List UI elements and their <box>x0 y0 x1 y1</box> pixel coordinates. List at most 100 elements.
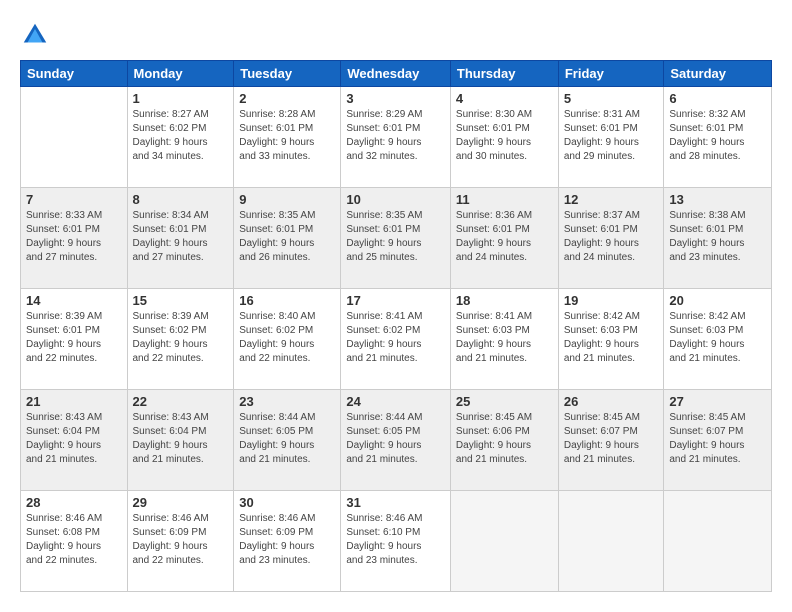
day-number: 21 <box>26 394 122 409</box>
day-number: 26 <box>564 394 659 409</box>
calendar-day-cell: 30 Sunrise: 8:46 AMSunset: 6:09 PMDayligh… <box>234 491 341 592</box>
calendar-day-cell: 12 Sunrise: 8:37 AMSunset: 6:01 PMDayligh… <box>558 188 664 289</box>
day-number: 27 <box>669 394 766 409</box>
day-number: 28 <box>26 495 122 510</box>
day-info: Sunrise: 8:44 AMSunset: 6:05 PMDaylight:… <box>239 411 335 467</box>
calendar-day-cell: 11 Sunrise: 8:36 AMSunset: 6:01 PMDayligh… <box>450 188 558 289</box>
calendar-week-row: 14Sunrise: 8:39 AMSunset: 6:01 PMDayligh… <box>21 289 772 390</box>
day-info: Sunrise: 8:39 AMSunset: 6:01 PMDaylight:… <box>26 310 122 366</box>
weekday-header: Saturday <box>664 61 772 87</box>
day-info: Sunrise: 8:33 AMSunset: 6:01 PMDaylight:… <box>26 209 122 265</box>
calendar-day-cell: 22 Sunrise: 8:43 AMSunset: 6:04 PMDayligh… <box>127 390 234 491</box>
calendar-day-cell: 27 Sunrise: 8:45 AMSunset: 6:07 PMDayligh… <box>664 390 772 491</box>
day-info: Sunrise: 8:41 AMSunset: 6:02 PMDaylight:… <box>346 310 445 366</box>
calendar-day-cell: 23 Sunrise: 8:44 AMSunset: 6:05 PMDayligh… <box>234 390 341 491</box>
calendar-day-cell: 6Sunrise: 8:32 AMSunset: 6:01 PMDaylight… <box>664 87 772 188</box>
calendar-day-cell: 19Sunrise: 8:42 AMSunset: 6:03 PMDayligh… <box>558 289 664 390</box>
day-number: 23 <box>239 394 335 409</box>
page: SundayMondayTuesdayWednesdayThursdayFrid… <box>0 0 792 612</box>
calendar-day-cell: 20Sunrise: 8:42 AMSunset: 6:03 PMDayligh… <box>664 289 772 390</box>
weekday-header: Thursday <box>450 61 558 87</box>
calendar-day-cell: 25 Sunrise: 8:45 AMSunset: 6:06 PMDayligh… <box>450 390 558 491</box>
calendar-table: SundayMondayTuesdayWednesdayThursdayFrid… <box>20 60 772 592</box>
calendar-day-cell <box>558 491 664 592</box>
calendar-week-row: 1Sunrise: 8:27 AMSunset: 6:02 PMDaylight… <box>21 87 772 188</box>
day-number: 9 <box>239 192 335 207</box>
calendar-day-cell: 28 Sunrise: 8:46 AMSunset: 6:08 PMDayligh… <box>21 491 128 592</box>
calendar-day-cell: 5 Sunrise: 8:31 AMSunset: 6:01 PMDaylight… <box>558 87 664 188</box>
calendar-day-cell: 7Sunrise: 8:33 AMSunset: 6:01 PMDaylight… <box>21 188 128 289</box>
calendar-day-cell: 16 Sunrise: 8:40 AMSunset: 6:02 PMDayligh… <box>234 289 341 390</box>
day-number: 29 <box>133 495 229 510</box>
calendar-day-cell: 26 Sunrise: 8:45 AMSunset: 6:07 PMDayligh… <box>558 390 664 491</box>
day-number: 2 <box>239 91 335 106</box>
weekday-header: Friday <box>558 61 664 87</box>
calendar-day-cell: 29Sunrise: 8:46 AMSunset: 6:09 PMDayligh… <box>127 491 234 592</box>
calendar-day-cell: 24 Sunrise: 8:44 AMSunset: 6:05 PMDayligh… <box>341 390 451 491</box>
day-info: Sunrise: 8:45 AMSunset: 6:07 PMDaylight:… <box>669 411 766 467</box>
day-number: 8 <box>133 192 229 207</box>
calendar-day-cell: 17Sunrise: 8:41 AMSunset: 6:02 PMDayligh… <box>341 289 451 390</box>
calendar-day-cell: 3Sunrise: 8:29 AMSunset: 6:01 PMDaylight… <box>341 87 451 188</box>
calendar-day-cell: 2Sunrise: 8:28 AMSunset: 6:01 PMDaylight… <box>234 87 341 188</box>
day-info: Sunrise: 8:41 AMSunset: 6:03 PMDaylight:… <box>456 310 553 366</box>
calendar-body: 1Sunrise: 8:27 AMSunset: 6:02 PMDaylight… <box>21 87 772 592</box>
calendar-day-cell: 10 Sunrise: 8:35 AMSunset: 6:01 PMDayligh… <box>341 188 451 289</box>
day-info: Sunrise: 8:27 AMSunset: 6:02 PMDaylight:… <box>133 108 229 164</box>
day-number: 22 <box>133 394 229 409</box>
day-info: Sunrise: 8:40 AMSunset: 6:02 PMDaylight:… <box>239 310 335 366</box>
day-info: Sunrise: 8:34 AMSunset: 6:01 PMDaylight:… <box>133 209 229 265</box>
calendar-header: SundayMondayTuesdayWednesdayThursdayFrid… <box>21 61 772 87</box>
day-number: 13 <box>669 192 766 207</box>
day-number: 24 <box>346 394 445 409</box>
day-info: Sunrise: 8:38 AMSunset: 6:01 PMDaylight:… <box>669 209 766 265</box>
day-info: Sunrise: 8:45 AMSunset: 6:07 PMDaylight:… <box>564 411 659 467</box>
day-info: Sunrise: 8:30 AMSunset: 6:01 PMDaylight:… <box>456 108 553 164</box>
day-number: 5 <box>564 91 659 106</box>
day-info: Sunrise: 8:35 AMSunset: 6:01 PMDaylight:… <box>346 209 445 265</box>
calendar-day-cell: 15Sunrise: 8:39 AMSunset: 6:02 PMDayligh… <box>127 289 234 390</box>
day-number: 12 <box>564 192 659 207</box>
weekday-header: Wednesday <box>341 61 451 87</box>
calendar-day-cell <box>664 491 772 592</box>
day-number: 18 <box>456 293 553 308</box>
day-info: Sunrise: 8:39 AMSunset: 6:02 PMDaylight:… <box>133 310 229 366</box>
calendar-day-cell <box>450 491 558 592</box>
day-number: 6 <box>669 91 766 106</box>
day-info: Sunrise: 8:31 AMSunset: 6:01 PMDaylight:… <box>564 108 659 164</box>
day-number: 11 <box>456 192 553 207</box>
day-info: Sunrise: 8:43 AMSunset: 6:04 PMDaylight:… <box>26 411 122 467</box>
calendar-day-cell: 13 Sunrise: 8:38 AMSunset: 6:01 PMDayligh… <box>664 188 772 289</box>
calendar-day-cell: 4Sunrise: 8:30 AMSunset: 6:01 PMDaylight… <box>450 87 558 188</box>
calendar-day-cell: 21 Sunrise: 8:43 AMSunset: 6:04 PMDayligh… <box>21 390 128 491</box>
day-number: 25 <box>456 394 553 409</box>
day-number: 31 <box>346 495 445 510</box>
calendar-day-cell: 18 Sunrise: 8:41 AMSunset: 6:03 PMDayligh… <box>450 289 558 390</box>
weekday-row: SundayMondayTuesdayWednesdayThursdayFrid… <box>21 61 772 87</box>
calendar-day-cell <box>21 87 128 188</box>
logo <box>20 20 54 50</box>
day-number: 10 <box>346 192 445 207</box>
day-info: Sunrise: 8:46 AMSunset: 6:09 PMDaylight:… <box>239 512 335 568</box>
logo-icon <box>20 20 50 50</box>
day-info: Sunrise: 8:45 AMSunset: 6:06 PMDaylight:… <box>456 411 553 467</box>
calendar-day-cell: 31 Sunrise: 8:46 AMSunset: 6:10 PMDayligh… <box>341 491 451 592</box>
day-info: Sunrise: 8:44 AMSunset: 6:05 PMDaylight:… <box>346 411 445 467</box>
day-info: Sunrise: 8:46 AMSunset: 6:08 PMDaylight:… <box>26 512 122 568</box>
day-info: Sunrise: 8:37 AMSunset: 6:01 PMDaylight:… <box>564 209 659 265</box>
day-info: Sunrise: 8:46 AMSunset: 6:10 PMDaylight:… <box>346 512 445 568</box>
calendar-day-cell: 14Sunrise: 8:39 AMSunset: 6:01 PMDayligh… <box>21 289 128 390</box>
day-number: 30 <box>239 495 335 510</box>
calendar-week-row: 7Sunrise: 8:33 AMSunset: 6:01 PMDaylight… <box>21 188 772 289</box>
day-number: 16 <box>239 293 335 308</box>
day-info: Sunrise: 8:42 AMSunset: 6:03 PMDaylight:… <box>669 310 766 366</box>
calendar-day-cell: 8 Sunrise: 8:34 AMSunset: 6:01 PMDaylight… <box>127 188 234 289</box>
calendar-week-row: 28 Sunrise: 8:46 AMSunset: 6:08 PMDayligh… <box>21 491 772 592</box>
weekday-header: Tuesday <box>234 61 341 87</box>
day-info: Sunrise: 8:35 AMSunset: 6:01 PMDaylight:… <box>239 209 335 265</box>
day-info: Sunrise: 8:36 AMSunset: 6:01 PMDaylight:… <box>456 209 553 265</box>
day-number: 3 <box>346 91 445 106</box>
day-info: Sunrise: 8:43 AMSunset: 6:04 PMDaylight:… <box>133 411 229 467</box>
weekday-header: Sunday <box>21 61 128 87</box>
header <box>20 20 772 50</box>
